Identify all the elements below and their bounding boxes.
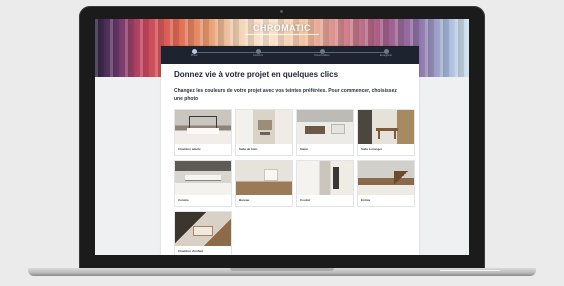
screen: CHROMATIC Photo Couleurs Personnaliser E… — [95, 19, 469, 255]
hallway-photo — [297, 161, 353, 195]
photo-card-entrance[interactable]: Entrée — [357, 160, 415, 207]
photo-card-bathroom[interactable]: Salle de bain — [235, 109, 293, 156]
photo-label: Cuisine — [178, 198, 189, 202]
laptop-notch — [230, 268, 334, 271]
photo-label: Chambre d'enfant — [178, 249, 204, 253]
photo-label: Salle à manger — [361, 147, 383, 151]
photo-label: Bureau — [239, 198, 250, 202]
main-panel: Photo Couleurs Personnaliser Enregistrer… — [161, 46, 419, 255]
bedroom-photo — [175, 110, 231, 144]
bathroom-photo — [236, 110, 292, 144]
page-title: Donnez vie à votre projet en quelques cl… — [174, 70, 339, 79]
step-label: Enregistrer — [379, 54, 393, 57]
photo-label: Salle de bain — [239, 147, 258, 151]
page-subtitle: Changez les couleurs de votre projet ave… — [174, 88, 397, 102]
brand-logo[interactable]: CHROMATIC — [95, 23, 469, 33]
photo-label: Entrée — [361, 198, 371, 202]
photo-label: Salon — [300, 147, 309, 151]
living-room-photo — [297, 110, 353, 144]
step-label: Personnaliser — [314, 54, 330, 57]
step-label: Couleurs — [252, 54, 263, 57]
entrance-photo — [358, 161, 414, 195]
kitchen-photo — [175, 161, 231, 195]
step-connector — [194, 52, 386, 53]
laptop-lid: CHROMATIC Photo Couleurs Personnaliser E… — [79, 6, 485, 270]
step-customize[interactable]: Personnaliser — [302, 49, 342, 58]
step-colors[interactable]: Couleurs — [238, 49, 278, 58]
photo-label: Chambre adulte — [178, 147, 201, 151]
camera-icon — [280, 10, 283, 13]
step-label: Photo — [190, 54, 198, 57]
photo-label: Couloir — [300, 198, 311, 202]
step-save[interactable]: Enregistrer — [366, 49, 406, 58]
dining-room-photo — [358, 110, 414, 144]
brand-underline — [245, 34, 319, 35]
step-progress-bar: Photo Couleurs Personnaliser Enregistrer — [161, 46, 419, 64]
photo-card-kitchen[interactable]: Cuisine — [174, 160, 232, 207]
photo-card-bedroom[interactable]: Chambre adulte — [174, 109, 232, 156]
step-photo[interactable]: Photo — [174, 49, 214, 58]
photo-card-dining[interactable]: Salle à manger — [357, 109, 415, 156]
photo-card-kids-room[interactable]: Chambre d'enfant — [174, 211, 232, 255]
kids-room-photo — [175, 212, 231, 246]
photo-card-office[interactable]: Bureau — [235, 160, 293, 207]
laptop-base-highlight — [440, 270, 500, 271]
office-photo — [236, 161, 292, 195]
photo-card-living[interactable]: Salon — [296, 109, 354, 156]
photo-card-hallway[interactable]: Couloir — [296, 160, 354, 207]
